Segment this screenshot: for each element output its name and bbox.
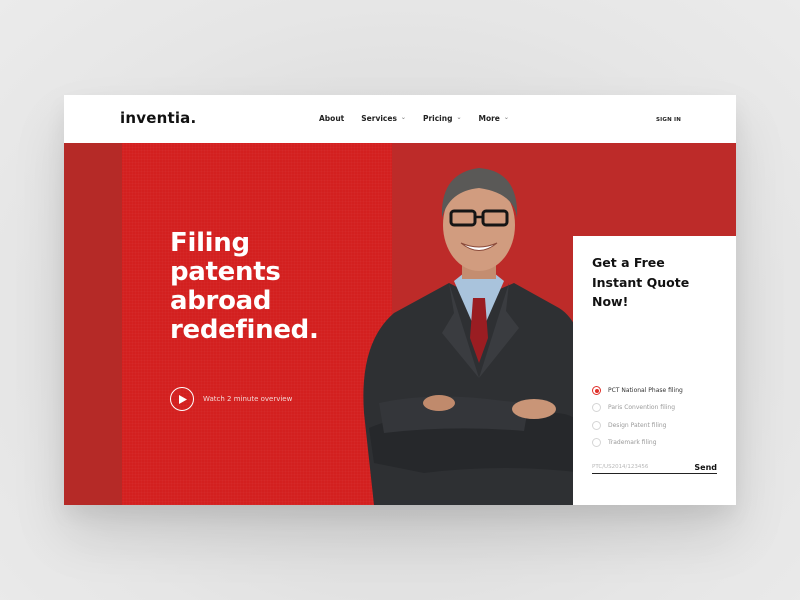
- nav-item-services[interactable]: Services ⌄: [361, 114, 406, 123]
- main-nav: About Services ⌄ Pricing ⌄ More ⌄: [319, 114, 526, 123]
- hand-left: [512, 399, 556, 419]
- quote-title-line: Now!: [592, 294, 629, 309]
- businessman-photo: [363, 168, 594, 505]
- nav-label: More: [478, 114, 500, 123]
- quote-title-line: Instant Quote: [592, 274, 690, 290]
- chevron-down-icon: ⌄: [456, 114, 462, 121]
- option-label: Paris Convention filing: [608, 404, 676, 412]
- logo[interactable]: inventia.: [120, 109, 196, 127]
- application-number-row: Send: [592, 461, 717, 474]
- headline-line: redefined.: [170, 315, 319, 345]
- option-label: PCT National Phase filing: [608, 387, 683, 395]
- landing-page: inventia. About Services ⌄ Pricing ⌄ Mor…: [64, 95, 736, 505]
- application-number-input[interactable]: [592, 464, 677, 470]
- send-button[interactable]: Send: [694, 463, 717, 472]
- option-trademark[interactable]: Trademark filing: [592, 434, 683, 451]
- nav-label: About: [319, 114, 345, 123]
- play-button[interactable]: [170, 387, 194, 411]
- nav-item-about[interactable]: About: [319, 114, 344, 123]
- watch-overview-label: Watch 2 minute overview: [203, 395, 293, 403]
- radio-checked[interactable]: [592, 386, 601, 396]
- headline-line: Filing: [170, 228, 250, 258]
- headline-line: abroad: [170, 286, 272, 316]
- nav-item-pricing[interactable]: Pricing ⌄: [423, 114, 462, 123]
- option-paris-convention[interactable]: Paris Convention filing: [592, 399, 683, 416]
- top-navbar: inventia. About Services ⌄ Pricing ⌄ Mor…: [64, 95, 736, 143]
- radio-unchecked[interactable]: [592, 403, 601, 413]
- quote-title-line: Get a Free: [592, 255, 665, 270]
- hero-headline: Filing patents abroad redefined.: [170, 229, 370, 345]
- radio-unchecked[interactable]: [592, 420, 601, 430]
- quote-title: Get a Free Instant Quote Now!: [592, 253, 722, 312]
- chevron-down-icon: ⌄: [503, 114, 509, 121]
- hero-section: Filing patents abroad redefined. Watch 2…: [64, 143, 736, 505]
- option-label: Design Patent filing: [608, 421, 667, 429]
- play-icon: [179, 394, 187, 404]
- headline-line: patents: [170, 257, 281, 287]
- sign-in-link[interactable]: SIGN IN: [656, 117, 681, 123]
- chevron-down-icon: ⌄: [400, 114, 406, 121]
- option-design-patent[interactable]: Design Patent filing: [592, 417, 683, 434]
- radio-unchecked[interactable]: [592, 438, 601, 448]
- option-label: Trademark filing: [608, 439, 657, 447]
- nav-label: Services: [361, 114, 397, 123]
- option-pct-national-phase[interactable]: PCT National Phase filing: [592, 382, 683, 399]
- watch-overview-button[interactable]: Watch 2 minute overview: [170, 387, 292, 411]
- filing-type-options: PCT National Phase filing Paris Conventi…: [592, 382, 683, 451]
- hero-side-strip: [64, 143, 122, 505]
- nav-item-more[interactable]: More ⌄: [478, 114, 508, 123]
- hand-right: [423, 395, 455, 411]
- nav-label: Pricing: [422, 114, 453, 123]
- quote-card: Get a Free Instant Quote Now! PCT Nation…: [573, 236, 736, 505]
